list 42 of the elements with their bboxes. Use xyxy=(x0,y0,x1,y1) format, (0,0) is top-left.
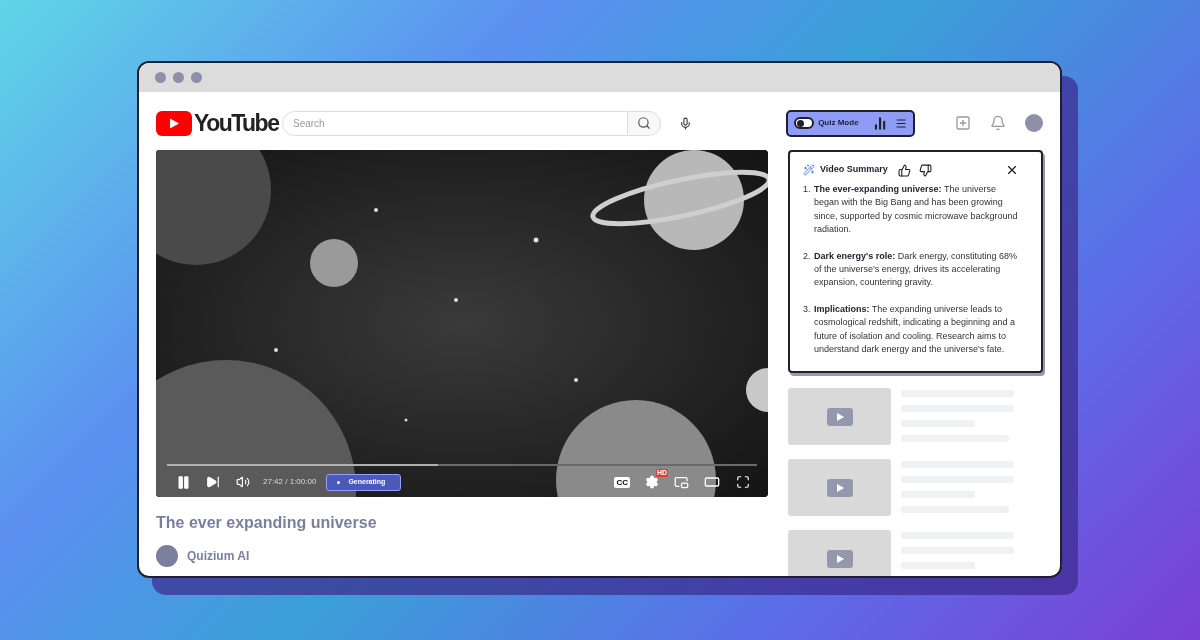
time-display: 27:42 / 1:00:00 xyxy=(263,476,317,488)
search-button[interactable] xyxy=(628,110,661,136)
play-icon xyxy=(826,407,853,426)
list-number: 1. xyxy=(803,183,812,196)
summary-point: Implications: The expanding universe leads to cosmological redshift, indicating a beginning and a future of isolation and cooling. Research aims to understand dark energy and the universe's fate. xyxy=(814,302,1017,357)
magic-wand-icon xyxy=(803,164,815,176)
thumbnail-placeholder[interactable] xyxy=(788,459,891,516)
add-video-icon[interactable] xyxy=(955,115,971,131)
thumbnail-placeholder[interactable] xyxy=(788,388,891,445)
bell-icon[interactable] xyxy=(990,115,1006,131)
settings-icon[interactable] xyxy=(645,475,659,489)
video-title: The ever expanding universe xyxy=(156,513,378,533)
channel-name[interactable]: Quizium AI xyxy=(187,547,250,565)
quiz-mode-toggle[interactable] xyxy=(794,117,815,129)
search-field[interactable]: Search xyxy=(282,110,628,136)
miniplayer-icon[interactable] xyxy=(674,474,689,490)
list-number: 2. xyxy=(803,249,812,263)
play-icon xyxy=(826,478,853,497)
mic-icon[interactable] xyxy=(679,116,692,130)
chart-icon[interactable] xyxy=(872,115,887,131)
captions-button[interactable]: CC xyxy=(614,476,630,488)
theater-mode-icon[interactable] xyxy=(704,474,720,490)
list-number: 3. xyxy=(803,302,812,316)
play-icon xyxy=(826,549,853,568)
fullscreen-icon[interactable] xyxy=(736,475,750,489)
avatar[interactable] xyxy=(1025,114,1043,132)
play-logo-icon xyxy=(156,110,192,136)
thumbs-down-icon[interactable] xyxy=(918,163,932,177)
close-icon[interactable] xyxy=(1005,163,1019,177)
thumbs-up-icon[interactable] xyxy=(897,163,911,177)
logo-text: YouTube xyxy=(194,111,279,135)
thumbnail-placeholder[interactable] xyxy=(788,530,891,576)
summary-point: Dark energy's role: Dark energy, constituting 68% of the universe's energy, drives its accelerating expansion, countering gravity. xyxy=(814,249,1019,290)
volume-icon[interactable] xyxy=(236,475,250,489)
pause-icon[interactable] xyxy=(176,474,191,490)
channel-avatar[interactable] xyxy=(156,545,178,567)
summary-point: The ever-expanding universe: The universe began with the Big Bang and has been growing since, supported by cosmic microwave background radiation. xyxy=(814,183,1019,237)
next-icon[interactable] xyxy=(206,475,220,489)
quiz-mode-label: Quiz Mode xyxy=(818,117,859,129)
search-icon xyxy=(637,116,651,130)
menu-icon[interactable] xyxy=(894,116,907,130)
summary-title: Video Summary xyxy=(820,163,888,177)
